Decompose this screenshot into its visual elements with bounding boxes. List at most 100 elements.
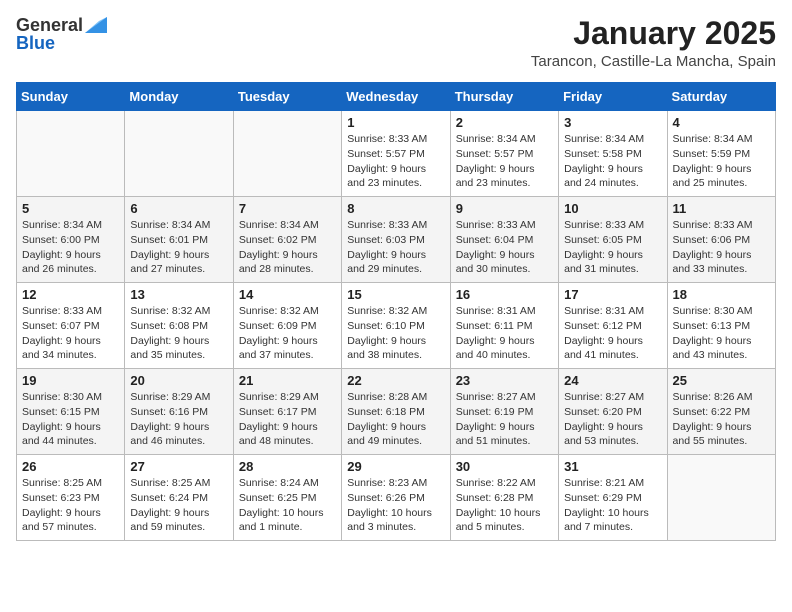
month-title: January 2025 [531, 16, 776, 51]
calendar-cell: 25 Sunrise: 8:26 AM Sunset: 6:22 PM Dayli… [667, 369, 775, 455]
day-number: 5 [22, 201, 119, 216]
title-block: January 2025 Tarancon, Castille-La Manch… [531, 16, 776, 70]
day-info: Sunrise: 8:34 AM Sunset: 6:02 PM Dayligh… [239, 218, 336, 277]
weekday-header-saturday: Saturday [667, 83, 775, 111]
calendar-cell: 11Sunrise: 8:33 AM Sunset: 6:06 PM Dayli… [667, 197, 775, 283]
day-info: Sunrise: 8:28 AM Sunset: 6:18 PM Dayligh… [347, 390, 444, 449]
calendar-cell: 30 Sunrise: 8:22 AM Sunset: 6:28 PM Dayli… [450, 455, 558, 541]
calendar-cell: 31 Sunrise: 8:21 AM Sunset: 6:29 PM Dayli… [559, 455, 667, 541]
calendar-cell: 28 Sunrise: 8:24 AM Sunset: 6:25 PM Dayli… [233, 455, 341, 541]
calendar-cell: 21 Sunrise: 8:29 AM Sunset: 6:17 PM Dayli… [233, 369, 341, 455]
day-info: Sunrise: 8:33 AM Sunset: 6:04 PM Dayligh… [456, 218, 553, 277]
calendar-cell: 7Sunrise: 8:34 AM Sunset: 6:02 PM Daylig… [233, 197, 341, 283]
day-number: 27 [130, 459, 227, 474]
day-info: Sunrise: 8:22 AM Sunset: 6:28 PM Dayligh… [456, 476, 553, 535]
day-info: Sunrise: 8:34 AM Sunset: 6:00 PM Dayligh… [22, 218, 119, 277]
calendar-cell: 1 Sunrise: 8:33 AM Sunset: 5:57 PM Daylig… [342, 111, 450, 197]
day-number: 14 [239, 287, 336, 302]
day-info: Sunrise: 8:21 AM Sunset: 6:29 PM Dayligh… [564, 476, 661, 535]
day-info: Sunrise: 8:33 AM Sunset: 6:07 PM Dayligh… [22, 304, 119, 363]
calendar-cell: 24 Sunrise: 8:27 AM Sunset: 6:20 PM Dayli… [559, 369, 667, 455]
calendar-week-row: 26Sunrise: 8:25 AM Sunset: 6:23 PM Dayli… [17, 455, 776, 541]
calendar-cell [17, 111, 125, 197]
day-info: Sunrise: 8:34 AM Sunset: 5:59 PM Dayligh… [673, 132, 770, 191]
calendar-cell: 17Sunrise: 8:31 AM Sunset: 6:12 PM Dayli… [559, 283, 667, 369]
calendar-cell: 22 Sunrise: 8:28 AM Sunset: 6:18 PM Dayli… [342, 369, 450, 455]
day-number: 15 [347, 287, 444, 302]
calendar-cell: 9 Sunrise: 8:33 AM Sunset: 6:04 PM Daylig… [450, 197, 558, 283]
day-number: 9 [456, 201, 553, 216]
day-number: 31 [564, 459, 661, 474]
day-info: Sunrise: 8:33 AM Sunset: 6:06 PM Dayligh… [673, 218, 770, 277]
logo-icon [85, 17, 107, 33]
day-info: Sunrise: 8:34 AM Sunset: 5:57 PM Dayligh… [456, 132, 553, 191]
day-number: 16 [456, 287, 553, 302]
day-info: Sunrise: 8:27 AM Sunset: 6:19 PM Dayligh… [456, 390, 553, 449]
weekday-header-monday: Monday [125, 83, 233, 111]
day-number: 28 [239, 459, 336, 474]
calendar-cell: 13Sunrise: 8:32 AM Sunset: 6:08 PM Dayli… [125, 283, 233, 369]
calendar-cell [125, 111, 233, 197]
day-info: Sunrise: 8:33 AM Sunset: 5:57 PM Dayligh… [347, 132, 444, 191]
day-info: Sunrise: 8:33 AM Sunset: 6:03 PM Dayligh… [347, 218, 444, 277]
weekday-header-sunday: Sunday [17, 83, 125, 111]
calendar-week-row: 1 Sunrise: 8:33 AM Sunset: 5:57 PM Daylig… [17, 111, 776, 197]
day-info: Sunrise: 8:24 AM Sunset: 6:25 PM Dayligh… [239, 476, 336, 535]
day-info: Sunrise: 8:25 AM Sunset: 6:23 PM Dayligh… [22, 476, 119, 535]
day-number: 30 [456, 459, 553, 474]
day-number: 22 [347, 373, 444, 388]
calendar-cell: 8 Sunrise: 8:33 AM Sunset: 6:03 PM Daylig… [342, 197, 450, 283]
day-info: Sunrise: 8:33 AM Sunset: 6:05 PM Dayligh… [564, 218, 661, 277]
day-info: Sunrise: 8:27 AM Sunset: 6:20 PM Dayligh… [564, 390, 661, 449]
day-number: 24 [564, 373, 661, 388]
calendar-cell: 23 Sunrise: 8:27 AM Sunset: 6:19 PM Dayli… [450, 369, 558, 455]
day-number: 13 [130, 287, 227, 302]
day-info: Sunrise: 8:34 AM Sunset: 5:58 PM Dayligh… [564, 132, 661, 191]
day-info: Sunrise: 8:31 AM Sunset: 6:11 PM Dayligh… [456, 304, 553, 363]
calendar-cell: 16 Sunrise: 8:31 AM Sunset: 6:11 PM Dayli… [450, 283, 558, 369]
day-number: 23 [456, 373, 553, 388]
day-info: Sunrise: 8:30 AM Sunset: 6:15 PM Dayligh… [22, 390, 119, 449]
day-info: Sunrise: 8:34 AM Sunset: 6:01 PM Dayligh… [130, 218, 227, 277]
calendar-table: SundayMondayTuesdayWednesdayThursdayFrid… [16, 82, 776, 541]
calendar-week-row: 5 Sunrise: 8:34 AM Sunset: 6:00 PM Daylig… [17, 197, 776, 283]
calendar-cell: 2Sunrise: 8:34 AM Sunset: 5:57 PM Daylig… [450, 111, 558, 197]
weekday-header-tuesday: Tuesday [233, 83, 341, 111]
weekday-header-wednesday: Wednesday [342, 83, 450, 111]
location-title: Tarancon, Castille-La Mancha, Spain [531, 53, 776, 70]
day-number: 29 [347, 459, 444, 474]
calendar-cell: 4 Sunrise: 8:34 AM Sunset: 5:59 PM Daylig… [667, 111, 775, 197]
calendar-cell: 6 Sunrise: 8:34 AM Sunset: 6:01 PM Daylig… [125, 197, 233, 283]
calendar-cell: 14 Sunrise: 8:32 AM Sunset: 6:09 PM Dayli… [233, 283, 341, 369]
day-number: 4 [673, 115, 770, 130]
calendar-cell: 27 Sunrise: 8:25 AM Sunset: 6:24 PM Dayli… [125, 455, 233, 541]
day-info: Sunrise: 8:23 AM Sunset: 6:26 PM Dayligh… [347, 476, 444, 535]
day-info: Sunrise: 8:31 AM Sunset: 6:12 PM Dayligh… [564, 304, 661, 363]
calendar-cell: 20Sunrise: 8:29 AM Sunset: 6:16 PM Dayli… [125, 369, 233, 455]
calendar-cell: 3 Sunrise: 8:34 AM Sunset: 5:58 PM Daylig… [559, 111, 667, 197]
day-number: 12 [22, 287, 119, 302]
day-number: 25 [673, 373, 770, 388]
day-number: 21 [239, 373, 336, 388]
calendar-week-row: 19 Sunrise: 8:30 AM Sunset: 6:15 PM Dayli… [17, 369, 776, 455]
day-number: 19 [22, 373, 119, 388]
logo-general-text: General [16, 16, 83, 34]
day-number: 1 [347, 115, 444, 130]
day-number: 8 [347, 201, 444, 216]
day-info: Sunrise: 8:25 AM Sunset: 6:24 PM Dayligh… [130, 476, 227, 535]
day-info: Sunrise: 8:29 AM Sunset: 6:17 PM Dayligh… [239, 390, 336, 449]
calendar-cell: 19 Sunrise: 8:30 AM Sunset: 6:15 PM Dayli… [17, 369, 125, 455]
calendar-cell [233, 111, 341, 197]
calendar-cell: 26Sunrise: 8:25 AM Sunset: 6:23 PM Dayli… [17, 455, 125, 541]
day-number: 18 [673, 287, 770, 302]
weekday-header-thursday: Thursday [450, 83, 558, 111]
calendar-cell: 29 Sunrise: 8:23 AM Sunset: 6:26 PM Dayli… [342, 455, 450, 541]
day-number: 3 [564, 115, 661, 130]
logo-blue-text: Blue [16, 34, 55, 52]
day-info: Sunrise: 8:26 AM Sunset: 6:22 PM Dayligh… [673, 390, 770, 449]
logo: General Blue [16, 16, 107, 52]
day-info: Sunrise: 8:32 AM Sunset: 6:09 PM Dayligh… [239, 304, 336, 363]
calendar-cell: 15Sunrise: 8:32 AM Sunset: 6:10 PM Dayli… [342, 283, 450, 369]
calendar-cell: 18Sunrise: 8:30 AM Sunset: 6:13 PM Dayli… [667, 283, 775, 369]
day-number: 6 [130, 201, 227, 216]
